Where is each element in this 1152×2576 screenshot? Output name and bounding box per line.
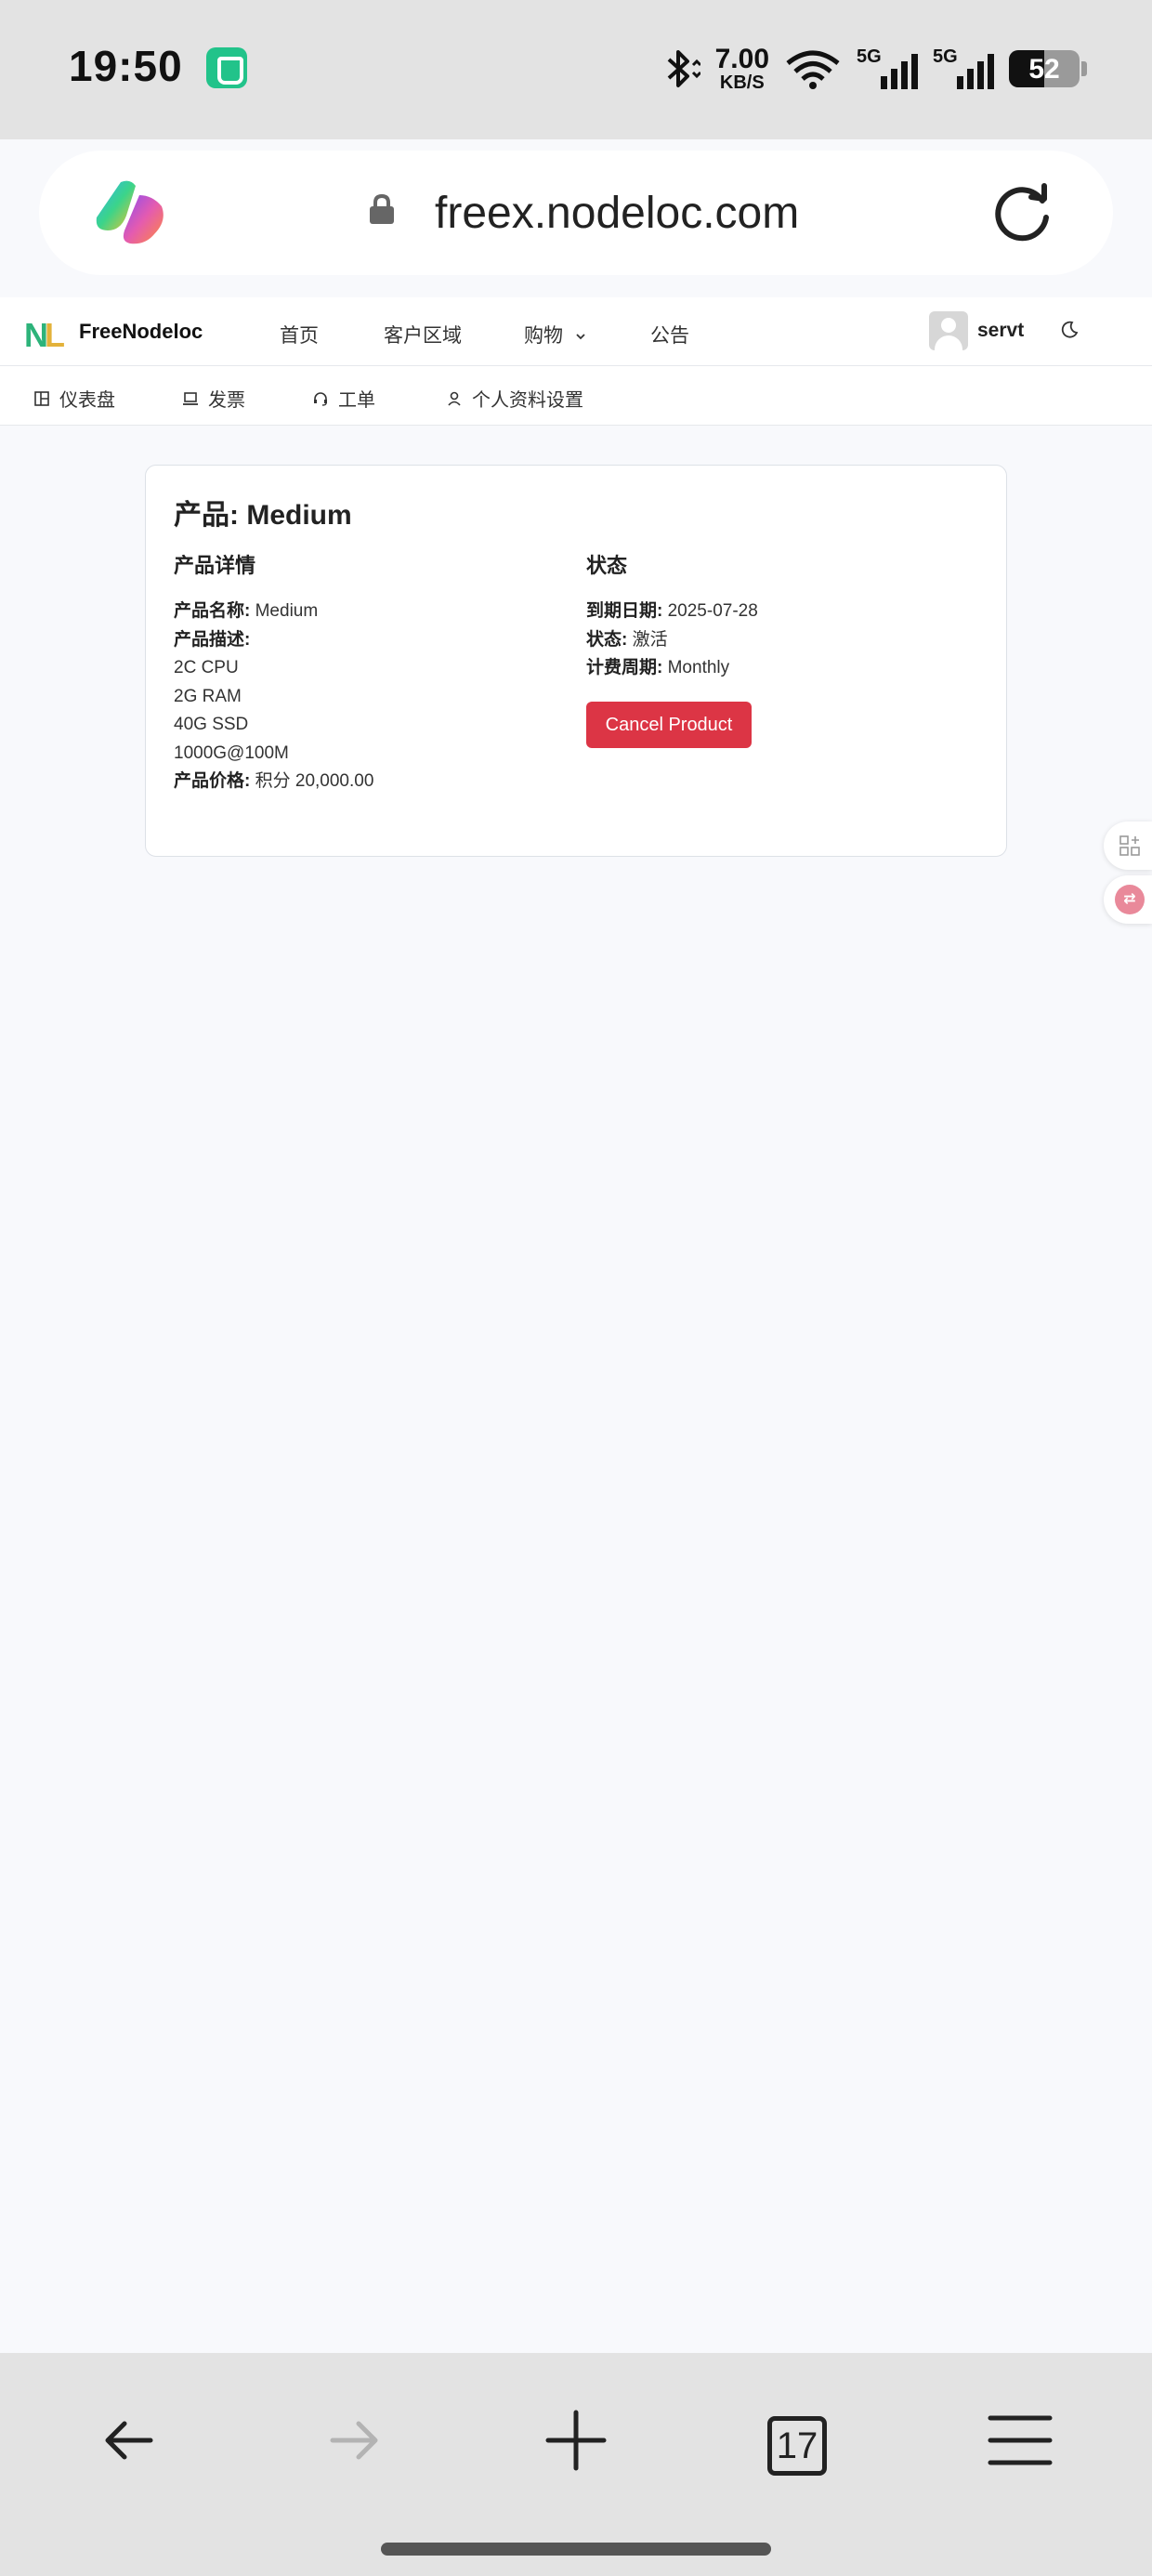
nav-shop[interactable]: 购物	[524, 321, 587, 348]
client-subnav: 仪表盘 发票 工单 个人资料设置	[0, 366, 1152, 426]
nav-shop-label: 购物	[524, 325, 563, 347]
subnav-tickets[interactable]: 工单	[312, 385, 375, 412]
reload-icon[interactable]	[990, 180, 1055, 245]
nav-client-area[interactable]: 客户区域	[384, 321, 462, 348]
due-date-row: 到期日期: 2025-07-28	[586, 601, 758, 621]
copilot-icon[interactable]	[93, 178, 167, 247]
status-icons: 7.00 KB/S 5G 5G 52	[660, 43, 1087, 95]
menu-icon[interactable]	[983, 2403, 1057, 2477]
url-text[interactable]: freex.nodeloc.com	[435, 188, 799, 239]
product-title: 产品: Medium	[174, 500, 352, 531]
product-desc-line: 2C CPU	[174, 658, 239, 677]
qr-scan-float-button[interactable]	[1104, 821, 1152, 870]
user-icon	[448, 391, 461, 406]
laptop-icon	[183, 391, 198, 405]
product-details-heading: 产品详情	[174, 554, 256, 577]
cancel-product-button[interactable]: Cancel Product	[586, 702, 752, 748]
app-notification-icon	[206, 47, 247, 88]
qr-icon	[1119, 835, 1140, 856]
status-bar: 19:50 7.00 KB/S 5G 5G 52	[0, 0, 1152, 139]
chevron-down-icon	[576, 334, 585, 340]
translate-float-button[interactable]: ⇄	[1104, 875, 1152, 924]
product-price-row: 产品价格: 积分 20,000.00	[174, 771, 374, 791]
address-bar[interactable]: freex.nodeloc.com	[39, 151, 1113, 275]
subnav-invoices[interactable]: 发票	[182, 385, 245, 412]
subnav-tickets-label: 工单	[338, 390, 375, 411]
status-details: 到期日期: 2025-07-28 状态: 激活 计费周期: Monthly	[586, 598, 758, 683]
subnav-invoices-label: 发票	[208, 390, 245, 411]
product-desc-label: 产品描述:	[174, 629, 251, 650]
network-speed: 7.00 KB/S	[714, 44, 769, 93]
moon-icon[interactable]	[1059, 320, 1080, 340]
status-heading: 状态	[586, 554, 628, 577]
nav-home[interactable]: 首页	[280, 321, 319, 348]
web-page: NL FreeNodeloc 首页 客户区域 购物 公告 servt 仪表盘 发…	[0, 297, 1152, 2353]
home-indicator[interactable]	[381, 2543, 771, 2556]
new-tab-plus-icon[interactable]	[539, 2403, 613, 2477]
product-name-row: 产品名称: Medium	[174, 601, 319, 621]
signal-sim1-icon: 5G	[857, 46, 918, 91]
tab-count-button[interactable]: 17	[767, 2416, 827, 2476]
nav-announcements[interactable]: 公告	[650, 321, 689, 348]
billing-cycle-row: 计费周期: Monthly	[586, 658, 730, 677]
username[interactable]: servt	[977, 320, 1024, 342]
signal-sim2-icon: 5G	[933, 46, 994, 91]
back-arrow-icon[interactable]	[93, 2403, 167, 2477]
forward-arrow-icon[interactable]	[316, 2403, 390, 2477]
status-row: 状态: 激活	[586, 629, 668, 650]
bluetooth-icon	[667, 50, 700, 87]
lock-icon	[370, 193, 394, 224]
subnav-dashboard-label: 仪表盘	[59, 390, 115, 411]
product-desc-line: 2G RAM	[174, 686, 242, 706]
product-desc-line: 40G SSD	[174, 715, 249, 734]
subnav-profile[interactable]: 个人资料设置	[446, 385, 583, 412]
brand-logo[interactable]: NL	[24, 316, 65, 355]
site-navbar: NL FreeNodeloc 首页 客户区域 购物 公告 servt	[0, 297, 1152, 366]
product-card: 产品: Medium 产品详情 产品名称: Medium 产品描述: 2C CP…	[145, 465, 1007, 857]
subnav-profile-label: 个人资料设置	[472, 390, 583, 411]
translate-icon: ⇄	[1115, 885, 1145, 914]
brand-name[interactable]: FreeNodeloc	[79, 320, 203, 344]
subnav-dashboard[interactable]: 仪表盘	[33, 385, 115, 412]
product-desc-line: 1000G@100M	[174, 743, 289, 763]
battery-icon: 52	[1009, 50, 1080, 87]
wifi-icon	[786, 50, 840, 89]
clock: 19:50	[69, 42, 183, 90]
avatar[interactable]	[929, 311, 968, 350]
dashboard-icon	[34, 390, 49, 406]
product-details: 产品名称: Medium 产品描述: 2C CPU 2G RAM 40G SSD…	[174, 598, 373, 796]
headset-icon	[314, 391, 327, 406]
browser-toolbar: 17	[0, 2353, 1152, 2576]
